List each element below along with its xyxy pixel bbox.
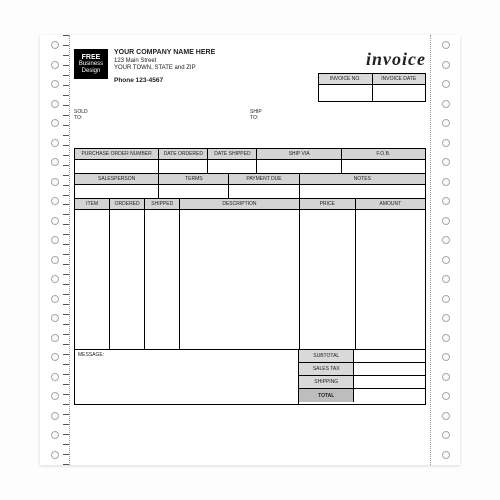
header-item: ITEM	[75, 199, 110, 210]
perforation-right	[430, 35, 460, 465]
logo-line3: Design	[76, 68, 106, 75]
totals-block: SUBTOTAL SALES TAX SHIPPING TOTAL	[299, 350, 425, 404]
invoice-meta-box: INVOICE NO. INVOICE DATE	[318, 73, 426, 102]
subtotal-label: SUBTOTAL	[299, 350, 354, 363]
header-terms: TERMS	[159, 174, 229, 185]
logo-badge: FREE Business Design	[74, 49, 108, 79]
document-title: invoice	[318, 49, 426, 70]
invoice-form: FREE Business Design YOUR COMPANY NAME H…	[40, 35, 460, 465]
total-amount	[354, 389, 425, 402]
line-items-table: ITEM ORDERED SHIPPED DESCRIPTION PRICE A…	[74, 198, 426, 350]
col-amount	[355, 210, 425, 350]
header-po: PURCHASE ORDER NUMBER	[75, 149, 159, 160]
invoice-no-value	[319, 85, 372, 101]
perforation-left	[40, 35, 70, 465]
company-citystate: YOUR TOWN, STATE and ZIP	[114, 65, 215, 73]
header-date-shipped: DATE SHIPPED	[208, 149, 257, 160]
order-info-row2: SALESPERSON TERMS PAYMENT DUE NOTES	[74, 173, 426, 199]
company-phone: Phone 123-4567	[114, 77, 215, 85]
header-ship-via: SHIP VIA	[257, 149, 341, 160]
company-block: YOUR COMPANY NAME HERE 123 Main Street Y…	[114, 49, 215, 85]
total-label: TOTAL	[299, 389, 354, 402]
sold-to-box	[92, 110, 250, 144]
subtotal-amount	[354, 350, 425, 363]
bottom-section: MESSAGE: SUBTOTAL SALES TAX SHIPPING TOT…	[74, 350, 426, 405]
header-ordered: ORDERED	[110, 199, 145, 210]
ship-to-box	[268, 110, 426, 144]
ship-to-label: SHIP TO:	[250, 110, 268, 144]
header-amount: AMOUNT	[355, 199, 425, 210]
order-info-row1: PURCHASE ORDER NUMBER DATE ORDERED DATE …	[74, 148, 426, 174]
header-price: PRICE	[299, 199, 355, 210]
col-shipped	[145, 210, 180, 350]
logo-line1: FREE	[76, 54, 106, 62]
message-label: MESSAGE:	[78, 352, 104, 358]
header-shipped: SHIPPED	[145, 199, 180, 210]
col-item	[75, 210, 110, 350]
header-salesperson: SALESPERSON	[75, 174, 159, 185]
header-notes: NOTES	[299, 174, 425, 185]
header-description: DESCRIPTION	[180, 199, 299, 210]
message-box: MESSAGE:	[75, 350, 299, 404]
shipping-label: SHIPPING	[299, 376, 354, 389]
col-ordered	[110, 210, 145, 350]
logo-line2: Business	[76, 61, 106, 68]
salestax-amount	[354, 363, 425, 376]
invoice-date-label: INVOICE DATE	[373, 74, 426, 85]
shipping-amount	[354, 376, 425, 389]
header-date-ordered: DATE ORDERED	[159, 149, 208, 160]
header-fob: F.O.B.	[341, 149, 425, 160]
col-description	[180, 210, 299, 350]
invoice-date-value	[373, 85, 426, 101]
company-name: YOUR COMPANY NAME HERE	[114, 49, 215, 58]
header-payment-due: PAYMENT DUE	[229, 174, 299, 185]
salestax-label: SALES TAX	[299, 363, 354, 376]
invoice-no-label: INVOICE NO.	[319, 74, 372, 85]
company-address: 123 Main Street	[114, 58, 215, 66]
col-price	[299, 210, 355, 350]
sold-to-label: SOLD TO:	[74, 110, 92, 144]
